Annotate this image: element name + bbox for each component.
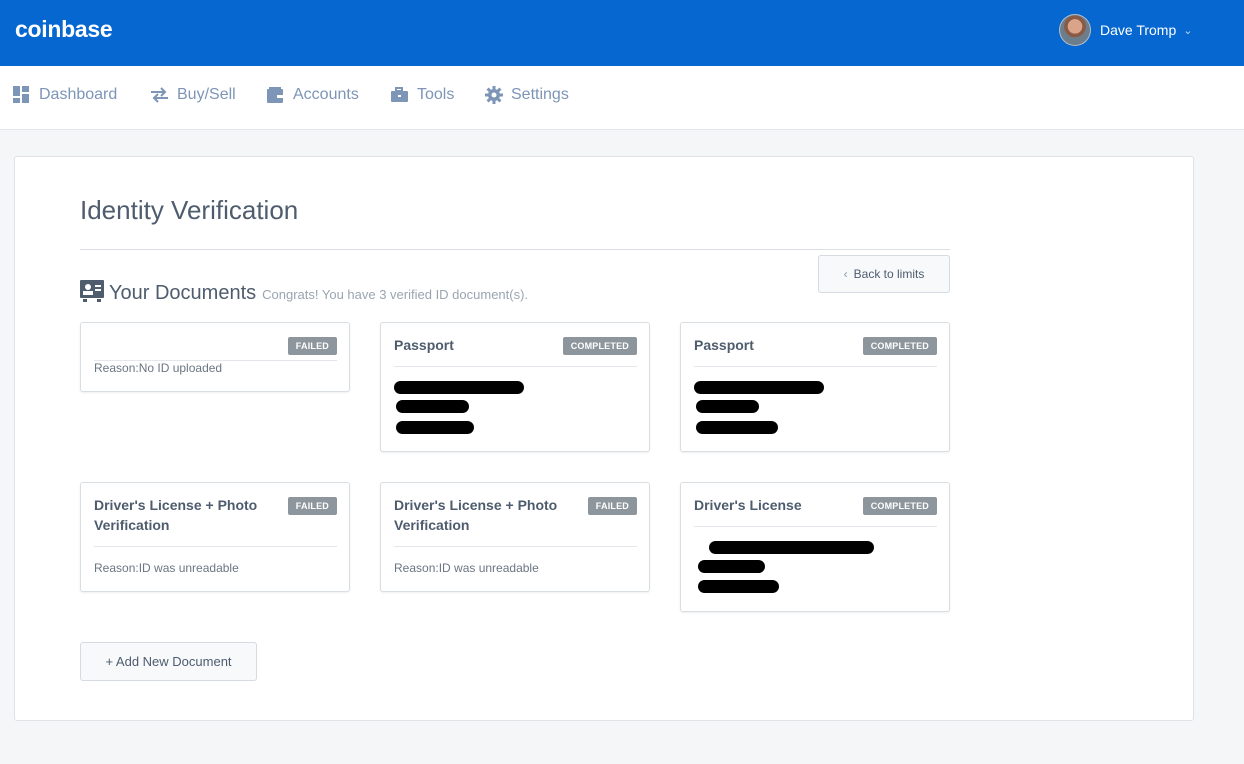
redacted-detail bbox=[394, 381, 524, 394]
status-badge: FAILED bbox=[287, 337, 337, 355]
coinbase-logo[interactable]: coinbase bbox=[15, 16, 113, 43]
top-bar: coinbase Dave Tromp ⌄ bbox=[0, 0, 1244, 66]
document-card[interactable]: Passport COMPLETED bbox=[380, 322, 650, 452]
chevron-left-icon: ‹ bbox=[843, 267, 848, 281]
avatar bbox=[1059, 14, 1091, 46]
status-badge: FAILED bbox=[587, 497, 637, 515]
documents-subtitle: Congrats! You have 3 verified ID documen… bbox=[262, 287, 529, 302]
nav-tools[interactable]: Tools bbox=[390, 86, 454, 104]
nav-dashboard-label: Dashboard bbox=[39, 86, 118, 103]
redacted-detail bbox=[694, 381, 824, 394]
wallet-icon bbox=[267, 87, 283, 103]
identity-verification-panel: Identity Verification Your Documents Con… bbox=[14, 156, 1194, 721]
nav-settings[interactable]: Settings bbox=[485, 86, 569, 104]
divider bbox=[80, 249, 950, 250]
user-menu[interactable]: Dave Tromp ⌄ bbox=[1059, 14, 1192, 46]
redacted-detail bbox=[698, 560, 765, 573]
document-title: Driver's License + Photo Verification bbox=[394, 497, 558, 533]
nav-buy-sell[interactable]: Buy/Sell bbox=[150, 86, 236, 104]
nav-tools-label: Tools bbox=[417, 86, 455, 103]
add-new-document-button[interactable]: + Add New Document bbox=[80, 642, 257, 681]
chevron-down-icon: ⌄ bbox=[1183, 24, 1193, 37]
document-reason: Reason:No ID uploaded bbox=[94, 361, 223, 375]
document-card-header: Passport COMPLETED bbox=[694, 335, 937, 367]
id-card-icon bbox=[80, 280, 104, 302]
redacted-detail bbox=[698, 580, 779, 593]
status-badge: COMPLETED bbox=[562, 337, 637, 355]
document-card-header: Driver's License + Photo Verification FA… bbox=[394, 495, 637, 547]
redacted-detail bbox=[696, 421, 778, 434]
nav-settings-label: Settings bbox=[511, 86, 569, 103]
document-card[interactable]: Driver's License COMPLETED bbox=[680, 482, 950, 612]
document-card[interactable]: FAILED Reason:No ID uploaded bbox=[80, 322, 350, 392]
document-title: Passport bbox=[394, 337, 454, 353]
nav-dashboard[interactable]: Dashboard bbox=[13, 86, 117, 104]
nav-buy-sell-label: Buy/Sell bbox=[177, 86, 236, 103]
document-title: Driver's License bbox=[694, 497, 802, 513]
status-badge: FAILED bbox=[287, 497, 337, 515]
swap-arrows-icon bbox=[151, 87, 168, 103]
dashboard-icon bbox=[13, 86, 29, 103]
document-title: Driver's License + Photo Verification bbox=[94, 497, 258, 533]
document-card[interactable]: Passport COMPLETED bbox=[680, 322, 950, 452]
main-nav: Dashboard Buy/Sell Accounts Tools Settin… bbox=[0, 66, 1244, 130]
document-card-header: Driver's License + Photo Verification FA… bbox=[94, 495, 337, 547]
redacted-detail bbox=[709, 541, 874, 554]
redacted-detail bbox=[396, 400, 469, 413]
gear-icon bbox=[485, 86, 503, 104]
nav-accounts-label: Accounts bbox=[293, 86, 359, 103]
document-card[interactable]: Driver's License + Photo Verification FA… bbox=[380, 482, 650, 592]
page-title: Identity Verification bbox=[80, 195, 299, 225]
document-card-header: Driver's License COMPLETED bbox=[694, 495, 937, 527]
document-card-header: Passport COMPLETED bbox=[394, 335, 637, 367]
status-badge: COMPLETED bbox=[862, 497, 937, 515]
nav-accounts[interactable]: Accounts bbox=[266, 86, 359, 104]
document-card[interactable]: Driver's License + Photo Verification FA… bbox=[80, 482, 350, 592]
back-to-limits-label: Back to limits bbox=[853, 267, 925, 281]
document-reason: Reason:ID was unreadable bbox=[94, 561, 239, 575]
document-card-header: FAILED bbox=[94, 335, 337, 361]
document-reason: Reason:ID was unreadable bbox=[394, 561, 539, 575]
documents-heading: Your Documents Congrats! You have 3 veri… bbox=[80, 277, 528, 305]
documents-title: Your Documents bbox=[109, 282, 257, 304]
status-badge: COMPLETED bbox=[862, 337, 937, 355]
back-to-limits-button[interactable]: ‹ Back to limits bbox=[818, 255, 950, 293]
redacted-detail bbox=[396, 421, 474, 434]
document-title: Passport bbox=[694, 337, 754, 353]
briefcase-icon bbox=[391, 87, 408, 102]
redacted-detail bbox=[696, 400, 759, 413]
user-name: Dave Tromp bbox=[1100, 22, 1177, 38]
